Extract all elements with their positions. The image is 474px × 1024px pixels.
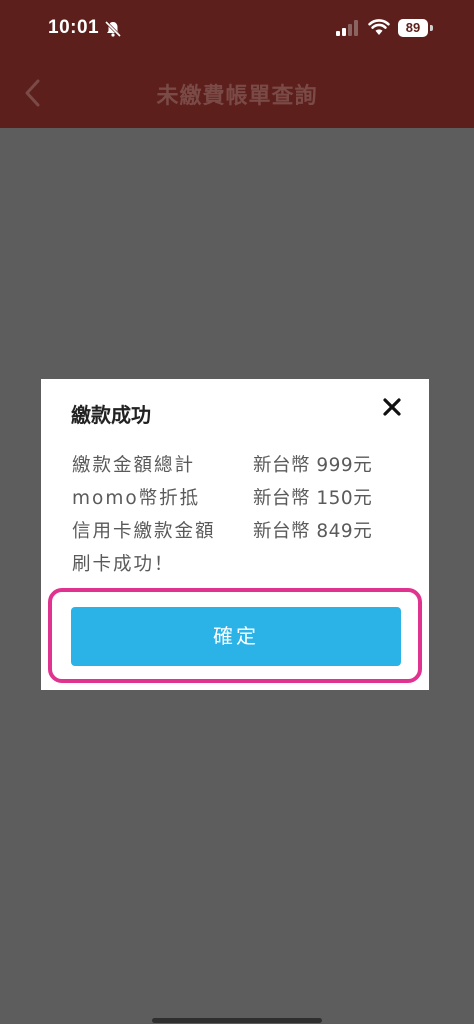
battery-indicator: 89 (398, 19, 428, 37)
total-amount-label: 繳款金額總計 (72, 455, 196, 476)
credit-card-value: 新台幣 849元 (253, 521, 373, 542)
dialog-title: 繳款成功 (71, 403, 151, 427)
wifi-icon (368, 18, 390, 40)
bell-off-icon (104, 20, 122, 42)
credit-card-label: 信用卡繳款金額 (72, 521, 216, 542)
momo-coin-value: 新台幣 150元 (253, 488, 373, 509)
cellular-signal-icon (336, 20, 358, 40)
page-title: 未繳費帳單查詢 (156, 84, 318, 109)
total-amount-value: 新台幣 999元 (253, 455, 373, 476)
status-time: 10:01 (48, 17, 100, 38)
nav-bar: 未繳費帳單查詢 (0, 56, 474, 128)
confirm-button[interactable]: 確定 (71, 607, 401, 666)
battery-tip (430, 25, 433, 31)
payment-status-message: 刷卡成功！ (72, 554, 175, 575)
close-button[interactable] (380, 395, 404, 419)
momo-coin-label: momo幣折抵 (72, 488, 201, 509)
close-icon (383, 398, 401, 416)
status-bar: 10:01 89 (0, 0, 474, 56)
home-indicator (152, 1018, 322, 1023)
